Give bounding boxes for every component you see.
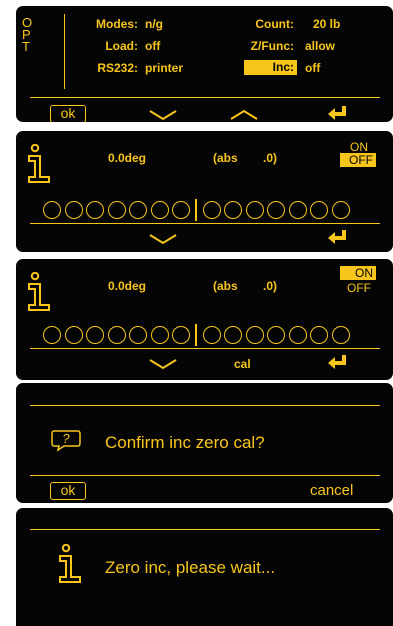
level-circle [150,201,169,219]
level-center-mark [194,199,197,221]
level-center-mark [194,324,197,346]
chevron-down-icon[interactable] [148,357,178,371]
indicator-divider [30,348,380,349]
abs-label: (abs [213,151,238,165]
level-circle [129,326,147,344]
level-circle [43,201,61,219]
level-circle [86,201,104,219]
wait-top-divider [30,529,380,530]
inc-label: Inc: [236,60,297,75]
chevron-up-icon[interactable] [229,108,259,122]
modes-value[interactable]: n/g [145,17,163,31]
level-circle [224,201,242,219]
info-icon [59,544,81,583]
dialog-top-divider [30,405,380,406]
level-circle [288,201,307,219]
info-icon [28,272,50,311]
level-circle [64,201,83,219]
rs232-label: RS232: [97,61,138,75]
ok-button[interactable]: ok [50,105,86,122]
level-indicator [43,324,385,346]
angle-value: 0.0deg [108,151,147,165]
chevron-down-icon[interactable] [148,108,178,122]
level-circle [64,326,83,344]
on-option[interactable]: ON [350,140,368,154]
question-bubble-icon: ? [51,430,81,452]
level-circle [86,326,104,344]
inc-zero-screen-on: 0.0deg (abs .0) ON OFF cal [16,259,393,380]
abs-value: .0) [263,151,278,165]
level-circle [172,201,190,219]
level-indicator [43,199,385,221]
level-circle [202,326,221,344]
confirm-dialog-screen: ? Confirm inc zero cal? ok cancel [16,383,393,503]
cal-button[interactable]: cal [234,357,251,371]
wait-screen: Zero inc, please wait... [16,508,393,626]
count-value[interactable]: 20 lb [313,17,340,31]
level-circle [267,201,285,219]
svg-text:?: ? [62,431,70,446]
abs-label: (abs [213,279,238,293]
inc-label-highlight[interactable]: Inc: [244,60,297,75]
opt-letter-t: T [22,39,30,54]
level-circle [267,326,285,344]
level-circle [172,326,190,344]
options-screen: O P T Modes: n/g Load: off RS232: printe… [16,6,393,122]
level-circle [43,326,61,344]
enter-icon[interactable] [326,105,350,121]
indicator-divider [30,223,380,224]
enter-icon[interactable] [326,229,350,245]
zfunc-label: Z/Func: [250,39,294,53]
level-circle [150,326,169,344]
modes-label: Modes: [96,17,138,31]
load-label: Load: [105,39,138,53]
info-icon [28,144,50,183]
level-circle [129,201,147,219]
level-circle [288,326,307,344]
inc-zero-screen-off: 0.0deg (abs .0) ON OFF [16,131,393,252]
cancel-button[interactable]: cancel [310,482,353,499]
wait-message: Zero inc, please wait... [105,558,276,577]
rs232-value[interactable]: printer [145,61,183,75]
level-circle [331,201,350,219]
off-option[interactable]: OFF [347,281,371,295]
level-circle [331,326,350,344]
count-label: Count: [255,17,294,31]
level-circle [310,201,328,219]
level-circle [245,326,264,344]
opt-divider [64,14,65,89]
abs-value: .0) [263,279,278,293]
level-circle [245,201,264,219]
level-circle [107,326,126,344]
angle-value: 0.0deg [108,279,147,293]
confirm-message: Confirm inc zero cal? [105,433,265,452]
level-circle [202,201,221,219]
softkey-divider [30,97,380,98]
enter-icon[interactable] [326,354,350,370]
zfunc-value[interactable]: allow [305,39,335,53]
inc-value[interactable]: off [305,61,320,75]
level-circle [107,201,126,219]
softkey-divider [30,475,380,476]
load-value[interactable]: off [145,39,160,53]
on-option-selected[interactable]: ON [340,266,376,280]
chevron-down-icon[interactable] [148,232,178,246]
off-option-selected[interactable]: OFF [340,153,376,167]
level-circle [224,326,242,344]
level-circle [310,326,328,344]
ok-button[interactable]: ok [50,482,86,500]
